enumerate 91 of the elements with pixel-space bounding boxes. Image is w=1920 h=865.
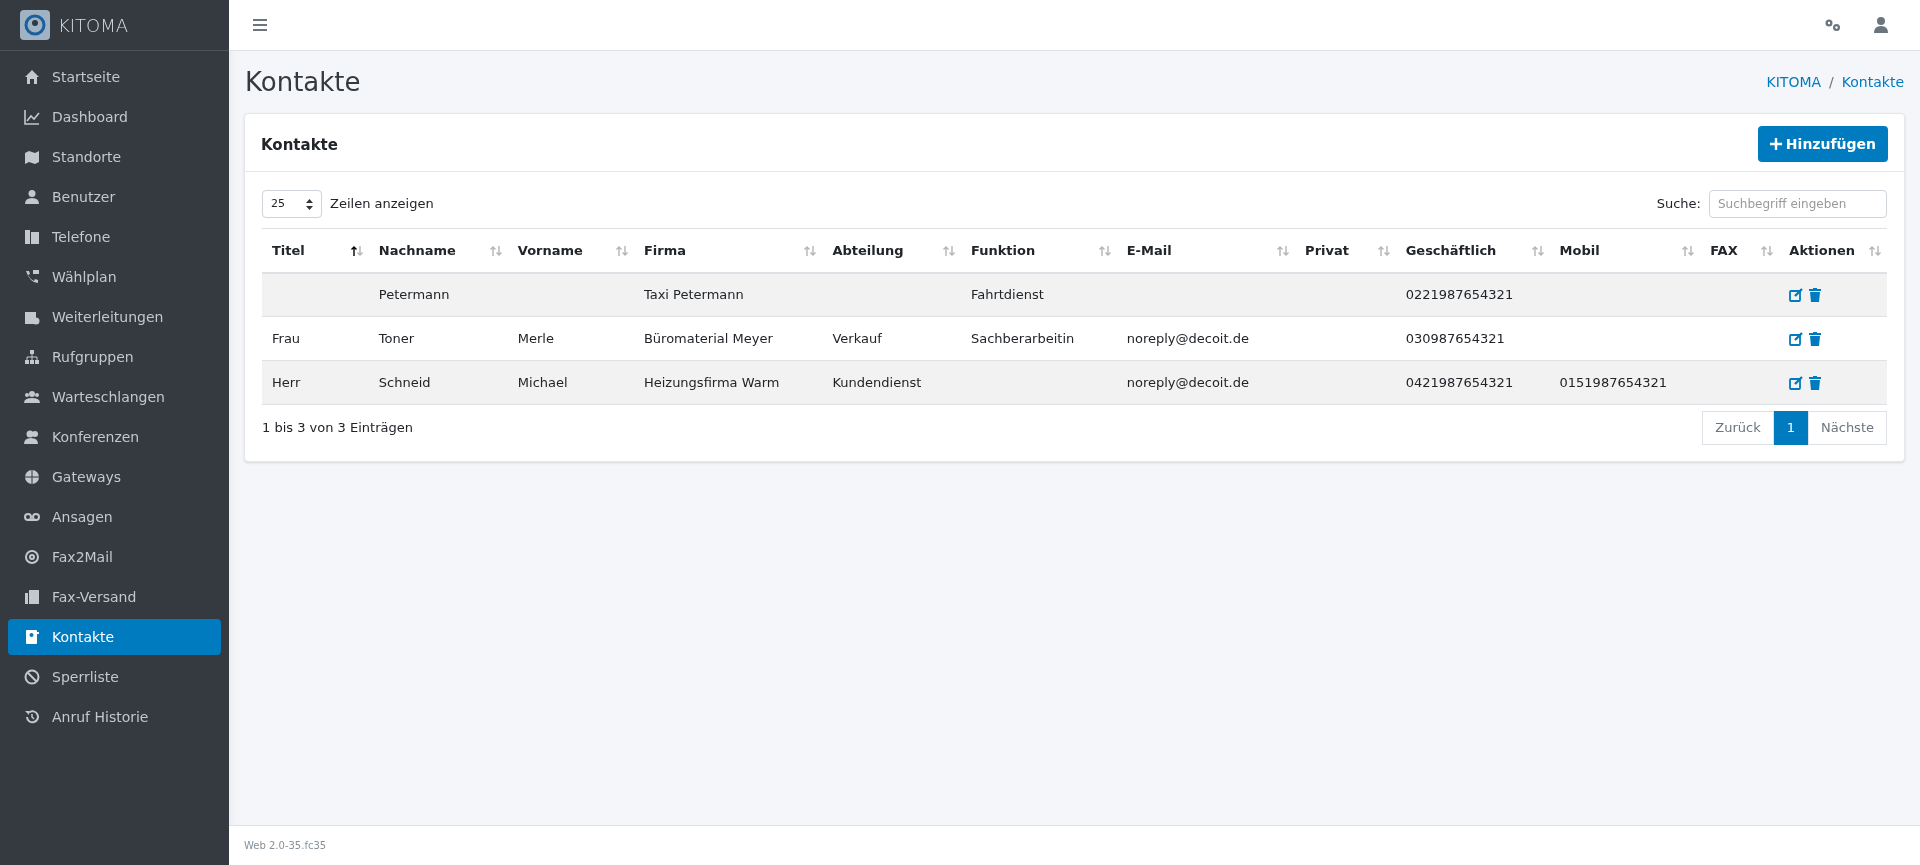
sitemap-icon <box>24 349 40 365</box>
column-header[interactable]: Aktionen <box>1779 228 1887 273</box>
sidebar-item[interactable]: Startseite <box>8 59 221 95</box>
plus-icon <box>1769 138 1782 150</box>
table-cell: noreply@decoit.de <box>1126 374 1249 390</box>
phone-keypad-icon <box>24 269 40 285</box>
sidebar-item[interactable]: Anruf Historie <box>8 699 221 735</box>
table-cell: Büromaterial Meyer <box>643 330 773 346</box>
line-chart-icon <box>24 109 40 125</box>
column-header[interactable]: Firma <box>633 228 823 273</box>
table-cell: 0221987654321 <box>1405 287 1514 302</box>
trash-icon[interactable] <box>1809 287 1822 302</box>
column-header[interactable]: Geschäftlich <box>1395 228 1550 273</box>
table-cell: Frau <box>272 330 301 346</box>
breadcrumb-separator: / <box>1829 72 1834 92</box>
table-cell: Petermann <box>378 287 450 302</box>
sidebar-item[interactable]: Rufgruppen <box>8 339 221 375</box>
page-length-select[interactable]: 25 <box>262 190 322 218</box>
breadcrumb-link[interactable]: KITOMA <box>1766 71 1822 93</box>
table-cell: 030987654321 <box>1405 330 1505 346</box>
table-cell: Merle <box>517 330 554 346</box>
breadcrumb-link[interactable]: Kontakte <box>1841 71 1904 93</box>
phone-icon <box>24 229 40 245</box>
history-icon <box>24 709 40 725</box>
add-button[interactable]: Hinzufügen <box>1757 126 1888 162</box>
sidebar-item[interactable]: Wählplan <box>8 259 221 295</box>
user-icon[interactable] <box>1874 17 1888 33</box>
column-header[interactable]: Mobil <box>1549 228 1701 273</box>
sidebar-item[interactable]: Benutzer <box>8 179 221 215</box>
table-cell: Schneid <box>378 374 431 390</box>
edit-icon[interactable] <box>1789 331 1804 346</box>
sidebar-item[interactable]: Telefone <box>8 219 221 255</box>
home-icon <box>24 69 40 85</box>
up-down-caret-icon <box>306 198 313 210</box>
ban-icon <box>24 669 40 685</box>
fax-icon <box>24 589 40 605</box>
users-icon <box>24 389 40 405</box>
page-length-label: Zeilen anzeigen <box>330 195 434 214</box>
column-header[interactable]: Nachname <box>368 228 508 273</box>
sidebar-item[interactable]: Kontakte <box>8 619 221 655</box>
table-cell: 0151987654321 <box>1559 374 1668 390</box>
column-header[interactable]: Vorname <box>507 228 634 273</box>
column-header[interactable]: E-Mail <box>1116 228 1296 273</box>
globe-icon <box>24 469 40 485</box>
edit-icon[interactable] <box>1789 375 1804 390</box>
column-header[interactable]: Privat <box>1295 228 1396 273</box>
table-info: 1 bis 3 von 3 Einträgen <box>262 419 413 438</box>
sidebar-item[interactable]: Fax-Versand <box>8 579 221 615</box>
table-cell: Fahrtdienst <box>970 287 1044 302</box>
sidebar-item[interactable]: Weiterleitungen <box>8 299 221 335</box>
user-group-icon <box>24 429 40 445</box>
logo-icon <box>20 10 50 40</box>
column-header[interactable]: Funktion <box>960 228 1117 273</box>
page-title: Kontakte <box>245 69 361 95</box>
table-cell: Kundendienst <box>832 374 922 390</box>
table-cell: Heizungsfirma Warm <box>643 374 780 390</box>
sidebar-item[interactable]: Warteschlangen <box>8 379 221 415</box>
pagination-button[interactable]: 1 <box>1773 411 1809 445</box>
table-cell: 0421987654321 <box>1405 374 1514 390</box>
table-cell: Taxi Petermann <box>643 287 744 302</box>
search-label: Suche: <box>1656 195 1701 214</box>
edit-icon[interactable] <box>1789 287 1804 302</box>
table-cell: noreply@decoit.de <box>1126 330 1249 346</box>
column-header[interactable]: FAX <box>1700 228 1780 273</box>
column-header[interactable]: Abteilung <box>822 228 961 273</box>
table-cell: Sachberarbeitin <box>970 330 1075 346</box>
table-cell: Herr <box>272 374 301 390</box>
sidebar-item[interactable]: Dashboard <box>8 99 221 135</box>
address-book-icon <box>24 629 40 645</box>
trash-icon[interactable] <box>1809 331 1822 346</box>
sidebar-item[interactable]: Konferenzen <box>8 419 221 455</box>
brand-name: KITOMA <box>58 13 129 38</box>
search-field[interactable]: Suchbegriff eingeben <box>1709 190 1887 218</box>
table-cell: Verkauf <box>832 330 882 346</box>
sidebar-item[interactable]: Sperrliste <box>8 659 221 695</box>
card-title: Kontakte <box>261 135 338 156</box>
settings-icon[interactable] <box>1824 18 1842 32</box>
pagination-button[interactable]: Nächste <box>1808 411 1887 445</box>
sidebar-item[interactable]: Fax2Mail <box>8 539 221 575</box>
version-text: Web 2.0-35.fc35 <box>244 839 327 853</box>
map-icon <box>24 149 40 165</box>
trash-icon[interactable] <box>1809 375 1822 390</box>
menu-icon[interactable] <box>253 19 267 31</box>
user-icon <box>24 189 40 205</box>
sidebar-item[interactable]: Gateways <box>8 459 221 495</box>
table-cell: Toner <box>378 330 415 346</box>
sidebar-item[interactable]: Ansagen <box>8 499 221 535</box>
sidebar-item[interactable]: Standorte <box>8 139 221 175</box>
column-header[interactable]: Titel <box>262 228 369 273</box>
pagination-button[interactable]: Zurück <box>1702 411 1774 445</box>
table-cell: Michael <box>517 374 568 390</box>
